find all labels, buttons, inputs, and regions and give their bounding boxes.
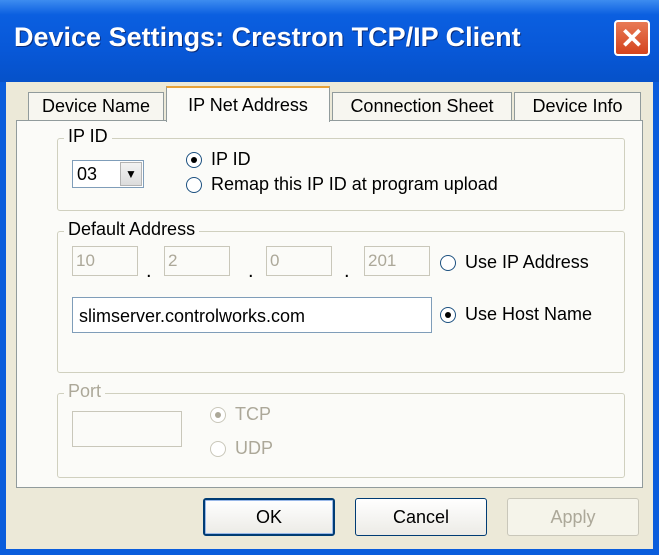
tab-label: IP Net Address: [188, 94, 308, 115]
radio-unchecked-icon: [186, 176, 202, 193]
ok-button[interactable]: OK: [203, 498, 335, 536]
port-legend: Port: [64, 381, 106, 402]
ip-octet-2-input[interactable]: 2: [164, 246, 230, 276]
default-address-legend: Default Address: [64, 219, 200, 240]
use-ip-address-label: Use IP Address: [465, 252, 589, 272]
radio-unchecked-icon: [210, 440, 226, 457]
radio-checked-icon: [210, 406, 226, 423]
use-host-name-label: Use Host Name: [465, 304, 593, 324]
octet-separator: .: [248, 260, 254, 282]
ip-id-combo-value: 03: [77, 164, 98, 184]
octet-separator: .: [146, 260, 152, 282]
ip-id-legend: IP ID: [64, 126, 112, 147]
radio-checked-icon: [440, 306, 456, 323]
radio-checked-icon: [186, 151, 202, 168]
tab-ip-net-address[interactable]: IP Net Address: [166, 86, 330, 122]
udp-label: UDP: [235, 438, 274, 458]
radio-unchecked-icon: [440, 254, 456, 271]
tab-strip: Device Name IP Net Address Connection Sh…: [6, 82, 653, 122]
tab-label: Device Name: [41, 96, 151, 116]
ip-id-combo[interactable]: 03 ▼: [72, 160, 144, 188]
octet-separator: .: [344, 260, 350, 282]
tcp-label: TCP: [235, 404, 271, 424]
port-group: Port TCP UDP: [57, 381, 625, 478]
port-input[interactable]: [72, 411, 182, 447]
remap-ip-id-radio[interactable]: Remap this IP ID at program upload: [186, 174, 498, 195]
ip-id-radio[interactable]: IP ID: [186, 149, 251, 170]
close-icon: ✕: [620, 22, 644, 54]
dialog-client-area: Device Name IP Net Address Connection Sh…: [6, 82, 653, 549]
ip-id-group: IP ID 03 ▼ IP ID Remap this IP ID at pro…: [57, 126, 625, 211]
close-button[interactable]: ✕: [614, 20, 650, 56]
remap-ip-id-radio-label: Remap this IP ID at program upload: [211, 174, 498, 194]
default-address-group: Default Address 10 . 2 . 0 . 201 Use IP …: [57, 219, 625, 373]
ip-id-radio-label: IP ID: [211, 149, 251, 169]
chevron-down-icon[interactable]: ▼: [120, 162, 142, 186]
udp-radio[interactable]: UDP: [210, 438, 273, 459]
use-ip-address-radio[interactable]: Use IP Address: [440, 252, 589, 273]
use-host-name-radio[interactable]: Use Host Name: [440, 304, 592, 325]
ip-octet-3-input[interactable]: 0: [266, 246, 332, 276]
title-bar[interactable]: Device Settings: Crestron TCP/IP Client …: [0, 0, 659, 82]
cancel-button[interactable]: Cancel: [355, 498, 487, 536]
ip-net-address-panel: IP ID 03 ▼ IP ID Remap this IP ID at pro…: [16, 120, 643, 488]
ip-octet-1-input[interactable]: 10: [72, 246, 138, 276]
apply-button[interactable]: Apply: [507, 498, 639, 536]
dialog-window: Device Settings: Crestron TCP/IP Client …: [0, 0, 659, 555]
host-name-input[interactable]: slimserver.controlworks.com: [72, 297, 432, 333]
tab-label: Connection Sheet: [350, 96, 494, 116]
ip-octet-4-input[interactable]: 201: [364, 246, 430, 276]
tab-device-name[interactable]: Device Name: [28, 92, 164, 120]
tab-device-info[interactable]: Device Info: [514, 92, 641, 120]
window-title: Device Settings: Crestron TCP/IP Client: [14, 22, 521, 52]
tab-label: Device Info: [532, 96, 623, 116]
tcp-radio[interactable]: TCP: [210, 404, 271, 425]
tab-connection-sheet[interactable]: Connection Sheet: [332, 92, 512, 120]
